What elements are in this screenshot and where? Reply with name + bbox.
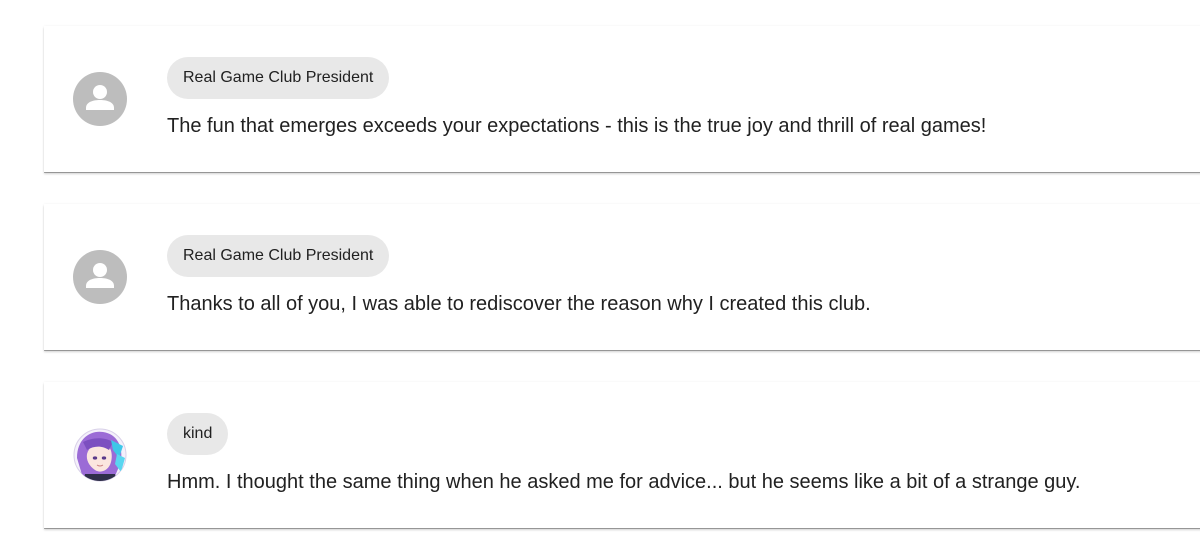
message-feed: Real Game Club President The fun that em… [0, 0, 1200, 548]
sender-name-chip[interactable]: Real Game Club President [167, 235, 390, 277]
message-card: Real Game Club President Thanks to all o… [44, 204, 1200, 350]
avatar[interactable] [73, 250, 127, 304]
message-card: kind Hmm. I thought the same thing when … [44, 382, 1200, 528]
person-icon [86, 263, 114, 288]
person-icon [86, 85, 114, 110]
avatar[interactable] [73, 428, 127, 482]
sender-name-chip[interactable]: Real Game Club President [167, 57, 390, 99]
character-portrait [73, 428, 127, 482]
avatar[interactable] [73, 72, 127, 126]
message-card: Real Game Club President The fun that em… [44, 26, 1200, 172]
message-text: Thanks to all of you, I was able to redi… [167, 293, 871, 315]
sender-name-chip[interactable]: kind [167, 413, 229, 455]
message-text: The fun that emerges exceeds your expect… [167, 115, 987, 137]
message-text: Hmm. I thought the same thing when he as… [167, 471, 1081, 493]
